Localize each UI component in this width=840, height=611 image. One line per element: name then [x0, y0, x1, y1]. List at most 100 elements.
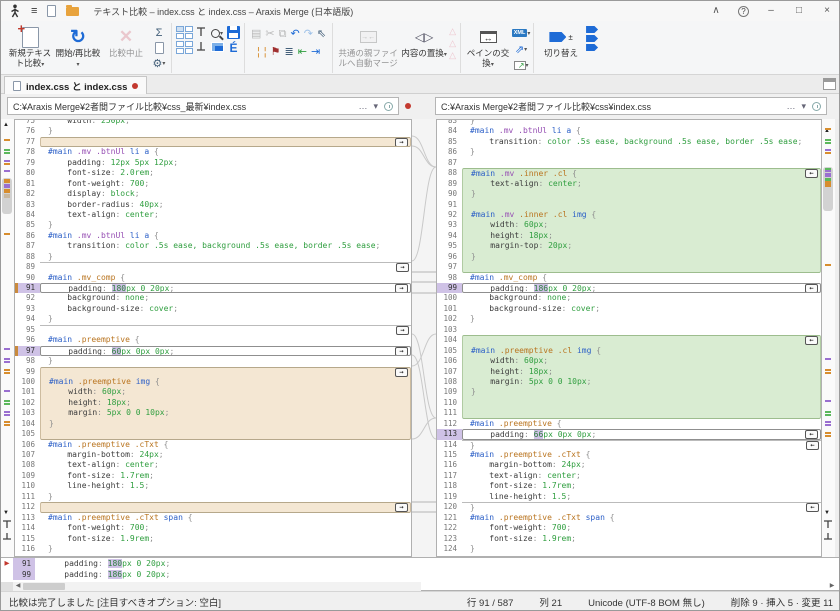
code-line[interactable]: 78#main .mv .btnUl li a { — [15, 147, 411, 157]
code-line[interactable]: 86} — [437, 147, 821, 157]
scroll-left-icon[interactable]: ◀ — [13, 582, 23, 591]
encoding-button[interactable]: É — [229, 41, 237, 55]
code-line[interactable]: 114}← — [437, 440, 821, 450]
code-line[interactable]: 109 font-size: 1.7rem; — [15, 471, 411, 481]
character-view-button[interactable] — [211, 42, 224, 52]
code-line[interactable]: 77→ — [15, 137, 411, 147]
detail-line[interactable]: 99 padding: 186px 0 20px; — [1, 569, 840, 580]
comparison-tab[interactable]: index.css と index.css — [4, 76, 147, 94]
right-overview-thumb[interactable] — [823, 167, 833, 211]
code-line[interactable]: 100 background: none; — [437, 293, 821, 303]
report-document-button[interactable] — [155, 42, 164, 54]
bookmark-tag-3-icon[interactable] — [586, 44, 598, 51]
code-line[interactable]: 122 font-weight: 700; — [437, 523, 821, 533]
code-line[interactable]: 106#main .preemptive .cTxt { — [15, 440, 411, 450]
stop-comparison-button[interactable]: ✕ 比較中止 — [103, 24, 149, 59]
merge-right-button[interactable]: → — [396, 263, 409, 272]
scroll-thumb[interactable] — [23, 583, 65, 590]
paste-icon[interactable]: ▤ — [251, 28, 261, 40]
code-line[interactable]: 98#main .mv_comp { — [437, 273, 821, 283]
code-line[interactable]: 118 font-size: 1.7rem; — [437, 481, 821, 491]
code-line[interactable]: 92#main .mv .inner .cl img { — [437, 210, 821, 220]
code-line[interactable]: 87 — [437, 158, 821, 168]
code-line[interactable]: 123 font-size: 1.9rem; — [437, 534, 821, 544]
vertical-scrollbar[interactable] — [835, 119, 840, 557]
last-change-icon[interactable] — [823, 532, 834, 541]
insert-line-above-icon[interactable]: ¦ — [257, 46, 260, 58]
history-icon[interactable] — [384, 102, 393, 111]
code-line[interactable]: 117 text-align: center; — [437, 471, 821, 481]
code-line[interactable]: 76} — [15, 126, 411, 136]
two-pane-layout-button[interactable] — [176, 26, 193, 39]
code-line[interactable]: 90} — [437, 189, 821, 199]
detail-horizontal-scrollbar[interactable]: ◀ — [1, 582, 421, 591]
code-line[interactable]: 116} — [15, 544, 411, 554]
code-line[interactable]: 113#main .preemptive .cTxt span { — [15, 513, 411, 523]
copy-icon[interactable]: ⧉ — [279, 28, 287, 40]
select-pointer-icon[interactable]: ⇖ — [317, 28, 326, 40]
code-line[interactable]: 111} — [15, 492, 411, 502]
save-button[interactable] — [227, 26, 240, 39]
code-line[interactable]: 112→ — [15, 502, 411, 512]
unindent-icon[interactable]: ⇤ — [298, 46, 307, 58]
code-line[interactable]: 119 line-height: 1.5; — [437, 492, 821, 502]
code-line[interactable]: 112#main .preemptive { — [437, 419, 821, 429]
code-line[interactable]: 91 padding: 180px 0 20px;→ — [15, 283, 411, 293]
code-line[interactable]: 124} — [437, 544, 821, 554]
code-line[interactable]: 108 text-align: center; — [15, 460, 411, 470]
right-file-path-box[interactable]: C:¥Araxis Merge¥2者間ファイル比較¥css¥index.css … — [435, 97, 827, 115]
code-line[interactable]: 121#main .preemptive .cTxt span { — [437, 513, 821, 523]
code-line[interactable]: 96#main .preemptive { — [15, 335, 411, 345]
warning-up-icon[interactable]: △ — [449, 26, 456, 36]
code-line[interactable]: 84#main .mv .btnUl li a { — [437, 126, 821, 136]
minimize-button[interactable]: – — [757, 1, 785, 21]
left-file-path-box[interactable]: C:¥Araxis Merge¥2者間ファイル比較¥css_最新¥index.c… — [7, 97, 399, 115]
code-line[interactable]: 96} — [437, 252, 821, 262]
code-line[interactable]: 94} — [15, 314, 411, 324]
code-line[interactable]: 103 — [437, 325, 821, 335]
redo-icon[interactable]: ↷ — [304, 28, 313, 40]
merge-right-button[interactable]: → — [395, 138, 408, 147]
code-line[interactable]: 110 — [437, 398, 821, 408]
code-line[interactable]: 85 transition: color .5s ease, backgroun… — [437, 137, 821, 147]
code-line[interactable]: 95 margin-top: 20px; — [437, 241, 821, 251]
code-line[interactable]: 111 — [437, 408, 821, 418]
merge-left-button[interactable]: ← — [805, 430, 818, 439]
code-line[interactable]: 98} — [15, 356, 411, 366]
code-line[interactable]: 81 font-weight: 700; — [15, 179, 411, 189]
code-line[interactable]: 88} — [15, 252, 411, 262]
code-line[interactable]: 82 display: block; — [15, 189, 411, 199]
start-recompare-button[interactable]: ↻ 開始/再比較▾ — [55, 24, 101, 70]
left-code-pane[interactable]: 75 width: 250px;76}77→78#main .mv .btnUl… — [14, 119, 412, 557]
code-line[interactable]: 83 border-radius: 40px; — [15, 200, 411, 210]
code-line[interactable]: 104} — [15, 419, 411, 429]
code-line[interactable]: 83} — [437, 119, 821, 126]
prev-change-icon[interactable]: ▲ — [3, 121, 9, 129]
code-line[interactable]: 75 width: 250px; — [15, 119, 411, 126]
auto-merge-parent-button[interactable]: →← 共通の親ファイルへ自動マージ — [337, 24, 399, 68]
next-change-icon[interactable]: ▼ — [824, 509, 830, 517]
merge-right-button[interactable]: → — [396, 326, 409, 335]
last-change-icon[interactable] — [2, 532, 13, 541]
indent-icon[interactable]: ⇥ — [311, 46, 320, 58]
code-line[interactable]: 102 height: 18px; — [15, 398, 411, 408]
replace-content-button[interactable]: ◁▷ 内容の置換▾ — [401, 24, 447, 61]
export-button[interactable]: ↗▾ — [513, 58, 529, 72]
merge-left-button[interactable]: ← — [805, 336, 818, 345]
code-line[interactable]: 90#main .mv_comp { — [15, 273, 411, 283]
code-line[interactable]: 84 text-align: center; — [15, 210, 411, 220]
code-line[interactable]: 106 width: 60px; — [437, 356, 821, 366]
next-change-icon[interactable]: ▼ — [3, 509, 9, 517]
merge-right-button[interactable]: → — [395, 284, 408, 293]
code-line[interactable]: 110 line-height: 1.5; — [15, 481, 411, 491]
code-line[interactable]: 115#main .preemptive .cTxt { — [437, 450, 821, 460]
code-line[interactable]: 88#main .mv .inner .cl {← — [437, 168, 821, 178]
code-line[interactable]: 95→ — [15, 325, 411, 335]
code-line[interactable]: 104← — [437, 335, 821, 345]
dropdown-icon[interactable]: ▾ — [801, 101, 806, 112]
code-line[interactable]: 115 font-size: 1.9rem; — [15, 534, 411, 544]
code-line[interactable]: 89 text-align: center; — [437, 179, 821, 189]
merge-right-button[interactable]: → — [395, 368, 408, 377]
line-list-icon[interactable]: ≣ — [285, 46, 294, 58]
browse-icon[interactable]: … — [358, 101, 367, 111]
